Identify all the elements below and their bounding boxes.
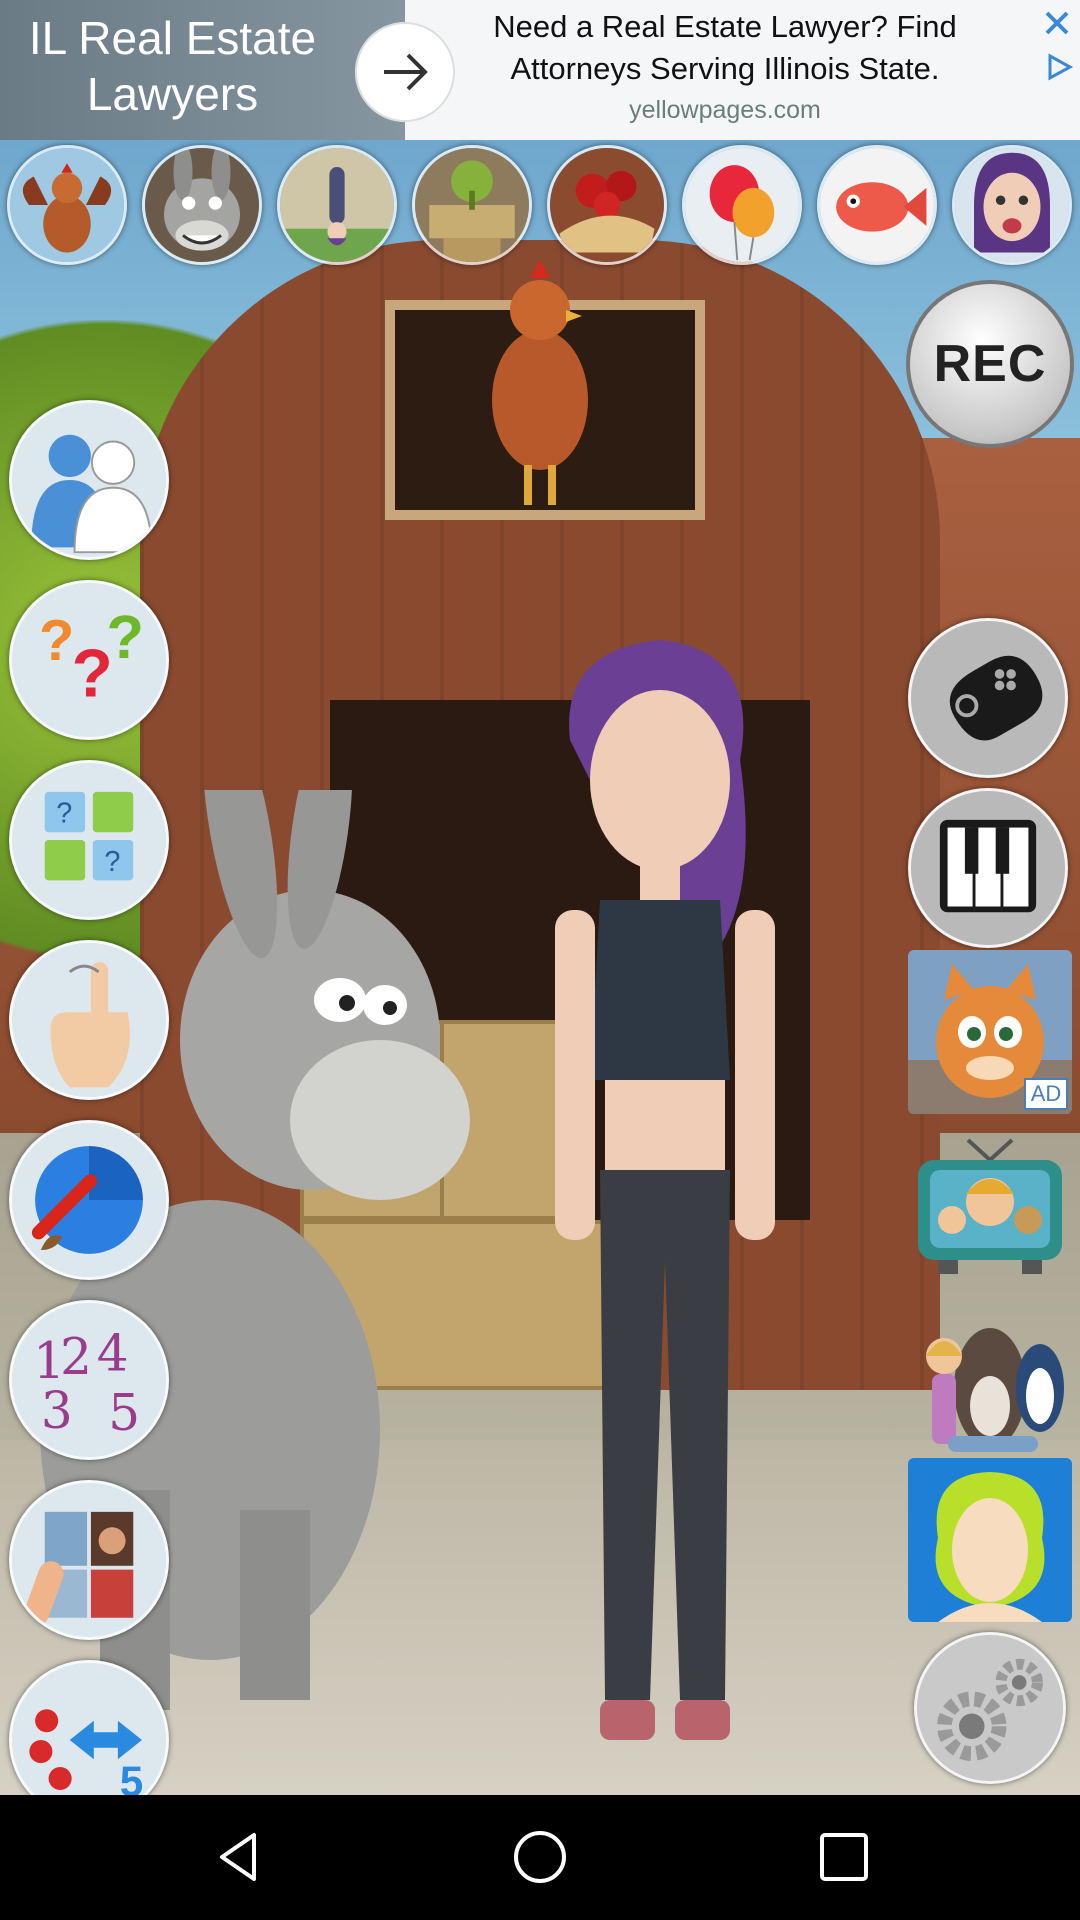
tap-button[interactable]: [9, 940, 169, 1100]
paint-button[interactable]: [9, 1120, 169, 1280]
ad-arrow-button[interactable]: [355, 22, 455, 122]
girl-handstand-icon: [280, 148, 394, 262]
svg-text:?: ?: [106, 603, 144, 672]
recents-button[interactable]: [814, 1827, 874, 1887]
handstand-button[interactable]: [277, 145, 397, 265]
friends-icon: [12, 403, 166, 557]
back-triangle-icon: [220, 1833, 256, 1881]
numbers-button[interactable]: 1 2 4 3 5: [9, 1300, 169, 1460]
app-screen: { "ad": { "left_title": "IL Real Estate …: [0, 0, 1080, 1920]
donkey-icon: [145, 148, 259, 262]
ad-choices-icon[interactable]: [1044, 52, 1074, 82]
back-button[interactable]: [210, 1827, 270, 1887]
girl-face-icon: [955, 148, 1069, 262]
ad-left-panel[interactable]: IL Real Estate Lawyers: [0, 0, 405, 140]
tv-app-ad[interactable]: [908, 1120, 1072, 1284]
top-character-bar: [0, 145, 1080, 270]
ad-badge: AD: [1024, 1078, 1068, 1110]
tap-hand-icon: [12, 943, 166, 1097]
ad-banner[interactable]: IL Real Estate Lawyers Need a Real Estat…: [0, 0, 1080, 140]
paint-brush-icon: [12, 1123, 166, 1277]
puzzle-button[interactable]: [9, 1480, 169, 1640]
ad-left-title: IL Real Estate Lawyers: [28, 12, 317, 120]
garden-button[interactable]: [412, 145, 532, 265]
puzzle-photo-icon: [12, 1483, 166, 1637]
donkey-button[interactable]: [142, 145, 262, 265]
quiz-button[interactable]: ? ? ?: [9, 580, 169, 740]
rooster-button[interactable]: [7, 145, 127, 265]
fruit-count-icon: 5: [12, 1663, 166, 1817]
avatar-head-icon: [908, 1458, 1072, 1622]
memory-button[interactable]: ? ?: [9, 760, 169, 920]
ad-close-icon[interactable]: [1040, 6, 1074, 40]
ad-headline: Need a Real Estate Lawyer? Find Attorney…: [493, 9, 957, 86]
arrow-right-icon: [384, 53, 428, 91]
numbers-icon: 1 2 4 3 5: [12, 1303, 166, 1457]
gear-icon: [917, 1635, 1063, 1781]
recents-square-icon: [820, 1833, 868, 1881]
svg-text:4: 4: [97, 1324, 129, 1382]
characters-app-ad[interactable]: [908, 1296, 1072, 1460]
tomato-bread-icon: [550, 148, 664, 262]
gamepad-icon: [911, 621, 1065, 775]
system-nav-bar: [0, 1795, 1080, 1920]
home-circle-icon: [514, 1831, 566, 1883]
cat-app-ad[interactable]: AD: [908, 950, 1072, 1114]
girl-face-button[interactable]: [952, 145, 1072, 265]
piano-button[interactable]: [908, 788, 1068, 948]
plant-hay-icon: [415, 148, 529, 262]
girl-character[interactable]: [530, 640, 800, 1760]
svg-text:3: 3: [41, 1382, 73, 1440]
ad-right-panel[interactable]: Need a Real Estate Lawyer? Find Attorney…: [405, 0, 1080, 140]
games-button[interactable]: [908, 618, 1068, 778]
home-button[interactable]: [510, 1827, 570, 1887]
record-label: REC: [933, 335, 1047, 393]
memory-game-icon: ? ?: [12, 763, 166, 917]
characters-group-icon: [926, 1328, 1064, 1452]
svg-text:?: ?: [56, 798, 72, 830]
tv-characters-icon: [918, 1138, 1062, 1274]
fish-icon: [820, 148, 934, 262]
ad-source-link[interactable]: yellowpages.com: [425, 96, 1025, 125]
piano-icon: [911, 791, 1065, 945]
food-button[interactable]: [547, 145, 667, 265]
svg-text:?: ?: [104, 846, 120, 878]
svg-text:?: ?: [39, 609, 74, 673]
friends-button[interactable]: [9, 400, 169, 560]
questions-icon: ? ? ?: [12, 583, 166, 737]
record-button[interactable]: REC: [906, 280, 1074, 448]
svg-text:2: 2: [60, 1328, 92, 1386]
avatar-app-ad[interactable]: [908, 1458, 1072, 1622]
rooster-character[interactable]: [470, 250, 610, 510]
settings-button[interactable]: [914, 1632, 1066, 1784]
balloons-button[interactable]: [682, 145, 802, 265]
balloons-icon: [685, 148, 799, 262]
rooster-icon: [10, 148, 124, 262]
svg-text:5: 5: [108, 1384, 140, 1442]
fish-button[interactable]: [817, 145, 937, 265]
